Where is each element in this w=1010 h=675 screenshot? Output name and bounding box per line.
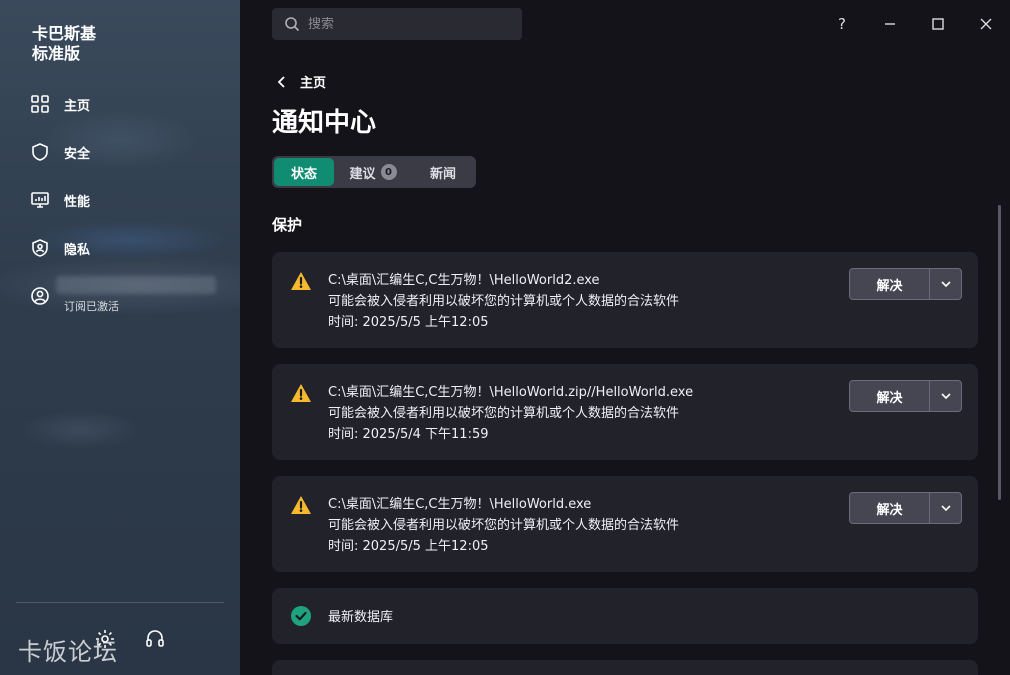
minimize-button[interactable] bbox=[878, 12, 902, 36]
warning-icon bbox=[290, 382, 312, 404]
headset-icon[interactable] bbox=[144, 628, 166, 650]
threat-card: C:\桌面\汇编生C,C生万物！\HelloWorld.exe 可能会被入侵者利… bbox=[272, 476, 978, 572]
minimize-icon bbox=[885, 23, 895, 25]
threat-details: C:\桌面\汇编生C,C生万物！\HelloWorld2.exe 可能会被入侵者… bbox=[328, 270, 679, 333]
threat-description: 可能会被入侵者利用以破坏您的计算机或个人数据的合法软件 bbox=[328, 294, 680, 309]
warning-icon bbox=[290, 494, 312, 516]
maximize-button[interactable] bbox=[926, 12, 950, 36]
threat-path: C:\桌面\汇编生C,C生万物！\HelloWorld.zip//HelloWo… bbox=[328, 385, 694, 400]
breadcrumb-back-home[interactable]: 主页 bbox=[276, 72, 326, 91]
sidebar-item-account[interactable] bbox=[30, 284, 64, 308]
tab-suggestions[interactable]: 建议 0 bbox=[334, 158, 412, 186]
threat-card: C:\桌面\汇编生C,C生万物！\HelloWorld.zip//HelloWo… bbox=[272, 364, 978, 460]
tab-label: 状态 bbox=[290, 166, 317, 182]
sidebar-item-privacy[interactable]: 隐私 bbox=[30, 236, 90, 260]
resolve-button[interactable]: 解决 bbox=[850, 381, 930, 411]
threat-path: C:\桌面\汇编生C,C生万物！\HelloWorld2.exe bbox=[328, 273, 600, 288]
sidebar-item-label: 安全 bbox=[64, 146, 91, 162]
threat-description: 可能会被入侵者利用以破坏您的计算机或个人数据的合法软件 bbox=[328, 406, 680, 421]
tab-label: 建议 bbox=[349, 166, 376, 182]
search-input[interactable] bbox=[308, 16, 508, 32]
chevron-down-icon bbox=[940, 505, 951, 512]
threat-details: C:\桌面\汇编生C,C生万物！\HelloWorld.zip//HelloWo… bbox=[328, 382, 693, 445]
app-brand: 卡巴斯基 标准版 bbox=[32, 24, 96, 64]
threat-details: C:\桌面\汇编生C,C生万物！\HelloWorld.exe 可能会被入侵者利… bbox=[328, 494, 679, 557]
help-button[interactable]: ? bbox=[830, 12, 854, 36]
privacy-shield-icon bbox=[30, 238, 50, 258]
suggestions-count-badge: 0 bbox=[380, 164, 397, 180]
resolve-split-button: 解决 bbox=[849, 492, 962, 524]
monitor-icon bbox=[30, 190, 50, 210]
status-label: 最新数据库 bbox=[328, 610, 394, 625]
sidebar-item-performance[interactable]: 性能 bbox=[30, 188, 90, 212]
tab-status[interactable]: 状态 bbox=[274, 158, 334, 186]
close-icon bbox=[980, 18, 992, 30]
threat-card: C:\桌面\汇编生C,C生万物！\HelloWorld2.exe 可能会被入侵者… bbox=[272, 252, 978, 348]
subscription-status: 订阅已激活 bbox=[64, 300, 119, 313]
resolve-split-button: 解决 bbox=[849, 380, 962, 412]
scrollbar-thumb[interactable] bbox=[998, 205, 1001, 500]
status-card-database: 最新数据库 bbox=[272, 588, 978, 644]
resolve-split-button: 解决 bbox=[849, 268, 962, 300]
chevron-left-icon bbox=[277, 75, 285, 88]
resolve-dropdown-button[interactable] bbox=[930, 381, 961, 411]
sidebar-item-label: 主页 bbox=[64, 98, 91, 114]
page-title: 通知中心 bbox=[272, 108, 377, 138]
threat-time: 时间: 2025/5/5 上午12:05 bbox=[328, 539, 489, 554]
check-circle-icon bbox=[290, 605, 312, 627]
tab-label: 新闻 bbox=[429, 166, 456, 182]
sidebar-item-label: 性能 bbox=[64, 194, 91, 210]
threat-time: 时间: 2025/5/5 上午12:05 bbox=[328, 315, 489, 330]
threat-path: C:\桌面\汇编生C,C生万物！\HelloWorld.exe bbox=[328, 497, 592, 512]
threat-description: 可能会被入侵者利用以破坏您的计算机或个人数据的合法软件 bbox=[328, 518, 680, 533]
resolve-dropdown-button[interactable] bbox=[930, 493, 961, 523]
grid-icon bbox=[30, 94, 50, 114]
breadcrumb-label: 主页 bbox=[300, 76, 327, 91]
gear-icon[interactable] bbox=[94, 628, 116, 650]
warning-icon bbox=[290, 270, 312, 292]
sidebar: 卡巴斯基 标准版 主页 安全 性能 隐私 订阅已激活 卡饭论坛 bbox=[0, 0, 240, 675]
user-icon bbox=[30, 286, 50, 306]
sidebar-item-home[interactable]: 主页 bbox=[30, 92, 90, 116]
close-button[interactable] bbox=[974, 12, 998, 36]
chevron-down-icon bbox=[940, 393, 951, 400]
search-icon bbox=[285, 17, 300, 32]
resolve-dropdown-button[interactable] bbox=[930, 269, 961, 299]
account-name-blurred bbox=[56, 276, 216, 294]
tab-news[interactable]: 新闻 bbox=[412, 158, 474, 186]
chevron-down-icon bbox=[940, 281, 951, 288]
resolve-button[interactable]: 解决 bbox=[850, 493, 930, 523]
brand-line1: 卡巴斯基 bbox=[32, 24, 97, 43]
tab-bar: 状态 建议 0 新闻 bbox=[272, 156, 476, 188]
resolve-button[interactable]: 解决 bbox=[850, 269, 930, 299]
sidebar-item-label: 隐私 bbox=[64, 242, 91, 258]
shield-icon bbox=[30, 142, 50, 162]
sidebar-divider bbox=[16, 602, 224, 603]
maximize-icon bbox=[932, 18, 944, 30]
search-box[interactable] bbox=[272, 8, 522, 40]
threat-time: 时间: 2025/5/4 下午11:59 bbox=[328, 427, 489, 442]
brand-line2: 标准版 bbox=[32, 44, 81, 63]
sidebar-item-security[interactable]: 安全 bbox=[30, 140, 90, 164]
status-card-partial bbox=[272, 660, 978, 675]
section-title-protection: 保护 bbox=[272, 216, 303, 234]
